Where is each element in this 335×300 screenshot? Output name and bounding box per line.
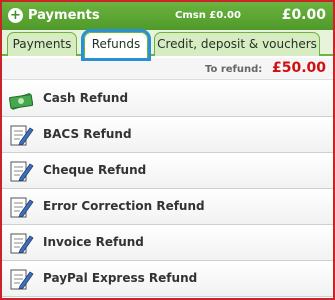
tab-bar: Payments Refunds Credit, deposit & vouch… xyxy=(2,29,333,61)
refund-option-label: Invoice Refund xyxy=(43,235,144,249)
refund-options-list: Cash Refund BACS Refund Cheque Refund Er… xyxy=(2,81,333,297)
bacs-refund-button[interactable]: BACS Refund xyxy=(2,117,333,153)
refund-option-label: Cheque Refund xyxy=(43,163,147,177)
edit-document-icon xyxy=(8,195,34,219)
edit-document-icon xyxy=(8,231,34,255)
tab-payments[interactable]: Payments xyxy=(7,32,77,56)
payments-panel: + Payments Cmsn £0.00 £0.00 Payments Ref… xyxy=(0,0,335,300)
panel-title: Payments xyxy=(28,8,100,23)
error-correction-refund-button[interactable]: Error Correction Refund xyxy=(2,189,333,225)
cheque-refund-button[interactable]: Cheque Refund xyxy=(2,153,333,189)
to-refund-label: To refund: xyxy=(205,64,263,75)
tab-refunds[interactable]: Refunds xyxy=(81,29,151,61)
tab-credit-deposit-vouchers[interactable]: Credit, deposit & vouchers xyxy=(154,32,320,56)
refund-option-label: PayPal Express Refund xyxy=(43,271,198,285)
refund-option-label: BACS Refund xyxy=(43,127,132,141)
to-refund-summary: To refund: £50.00 xyxy=(2,58,333,80)
to-refund-amount: £50.00 xyxy=(271,60,326,76)
commission-amount: Cmsn £0.00 xyxy=(175,10,241,21)
refund-option-label: Cash Refund xyxy=(43,91,129,105)
invoice-refund-button[interactable]: Invoice Refund xyxy=(2,225,333,261)
edit-document-icon xyxy=(8,267,34,291)
refund-option-label: Error Correction Refund xyxy=(43,199,205,213)
cash-refund-button[interactable]: Cash Refund xyxy=(2,81,333,117)
payments-header: + Payments Cmsn £0.00 £0.00 xyxy=(2,2,333,30)
edit-document-icon xyxy=(8,123,34,147)
edit-document-icon xyxy=(8,159,34,183)
payments-total: £0.00 xyxy=(281,7,326,23)
cash-icon xyxy=(8,87,34,111)
add-icon[interactable]: + xyxy=(8,8,23,23)
paypal-express-refund-button[interactable]: PayPal Express Refund xyxy=(2,261,333,297)
